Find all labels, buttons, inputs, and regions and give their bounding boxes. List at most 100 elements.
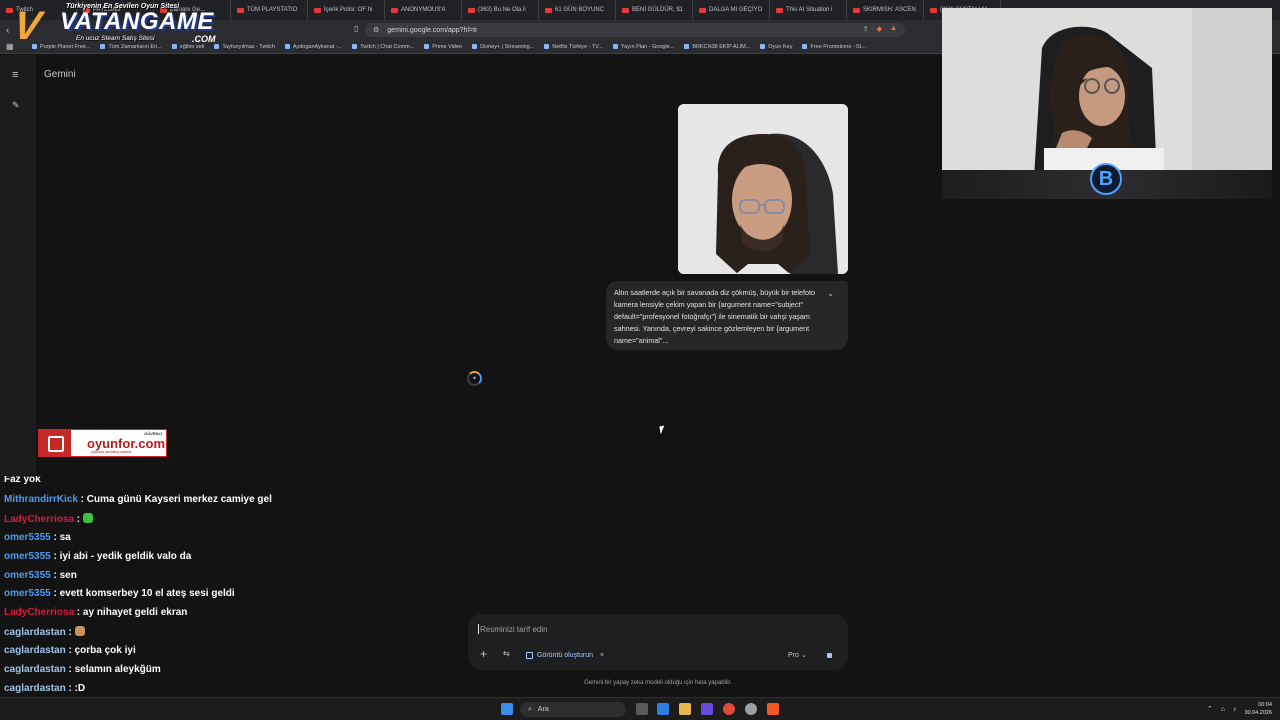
app-icon[interactable] — [745, 703, 757, 715]
bookmark-favicon-icon — [352, 44, 358, 49]
youtube-icon — [314, 7, 321, 13]
youtube-icon — [391, 7, 398, 13]
browser-tab[interactable]: DALGA MI GEÇİYO — [693, 0, 770, 20]
vatangame-tagline-bottom: En ucuz Steam Satış Sitesi — [76, 35, 155, 42]
chat-message: caglardastan : selamın aleykğüm — [4, 664, 444, 683]
streamer-b-logo-icon: B — [1090, 163, 1122, 195]
browser-tab[interactable]: ANONYMOUS'A — [385, 0, 462, 20]
bookmark-label: Netflix Türkiye - TV... — [552, 43, 603, 50]
bookmark-favicon-icon — [684, 44, 690, 49]
chat-message: LadyCherriosa : — [4, 512, 444, 532]
image-icon — [526, 652, 533, 659]
stop-icon — [826, 652, 832, 658]
chat-separator: : — [65, 682, 75, 694]
start-icon[interactable] — [501, 703, 513, 715]
app-title: Gemini — [44, 69, 76, 80]
youtube-icon — [699, 7, 706, 13]
browser-tab[interactable]: This AI Situation i — [770, 0, 847, 20]
discord-icon[interactable] — [701, 703, 713, 715]
chat-message: MithrandirrKick : Cuma günü Kayseri merk… — [4, 494, 444, 513]
close-icon[interactable]: × — [600, 652, 604, 659]
vatangame-v-mark: V — [10, 4, 44, 48]
brave-icon[interactable] — [767, 703, 779, 715]
bookmark-label: AydoganAykanat -... — [292, 43, 343, 50]
bookmark-item[interactable]: Disney+ | Streaming... — [472, 44, 534, 50]
system-tray: ⌃ ⌂ ♪ 00:04 30.04.2026 — [1207, 701, 1272, 717]
chat-message: caglardastan : çorba çok iyi — [4, 645, 444, 664]
task-view-icon[interactable] — [636, 703, 648, 715]
chat-username: caglardastan — [4, 664, 66, 676]
network-icon[interactable]: ⌂ — [1221, 706, 1225, 713]
twitch-icon — [39, 430, 71, 456]
volume-icon[interactable]: ♪ — [1233, 706, 1237, 713]
address-bar[interactable]: ⚙ gemini.google.com/app?hl=tr ⇪ ◆ ▲ — [365, 23, 905, 37]
bookmark-label: Oyun Key — [768, 43, 793, 50]
gemini-spark-icon: ✦ — [472, 376, 478, 382]
expand-chevron-icon[interactable]: ⌄ — [827, 289, 834, 298]
clock[interactable]: 00:04 30.04.2026 — [1244, 701, 1272, 717]
chip-label: Görüntü oluşturun — [537, 652, 594, 659]
chat-username: omer5355 — [4, 569, 51, 581]
share-icon[interactable]: ⇪ — [863, 25, 869, 33]
vatangame-brand: VATANGAME — [60, 8, 214, 35]
bookmark-item[interactable]: BRKCN38 EKİP ALIM... — [684, 44, 750, 50]
site-info-icon[interactable]: ⚙ — [373, 26, 379, 34]
screen: Twitch PAYLOAD Zamanı Ge... TÜM PLAYSTATIO İ… — [0, 0, 1280, 720]
browser-tab[interactable]: BENİ GÜLDÜR, $1 — [616, 0, 693, 20]
browser-tab[interactable]: SKIRMISH: ASCEN — [847, 0, 924, 20]
add-file-button[interactable]: + — [480, 647, 487, 661]
copilot-icon[interactable] — [657, 703, 669, 715]
bookmark-item[interactable]: Oyun Key — [760, 44, 792, 50]
chat-message: caglardastan : — [4, 626, 444, 645]
bookmark-favicon-icon — [472, 44, 478, 49]
uploaded-photo[interactable] — [678, 104, 848, 274]
chat-username: LadyCherriosa — [4, 513, 75, 525]
chat-message: omer5355 : sa — [4, 532, 444, 551]
new-chat-icon[interactable]: ✎ — [12, 100, 20, 111]
chat-separator: : — [65, 664, 75, 676]
address-url: gemini.google.com/app?hl=tr — [387, 26, 478, 34]
youtube-icon — [776, 7, 783, 13]
user-prompt-text: Altın saatlerde açık bir savanada diz çö… — [614, 288, 815, 345]
file-explorer-icon[interactable] — [679, 703, 691, 715]
vatangame-logo: V Türkiyenin En Sevilen Oyun Sitesi VATA… — [10, 2, 244, 48]
youtube-icon — [468, 7, 475, 13]
chat-text: selamın aleykğüm — [74, 664, 161, 676]
youtube-icon — [853, 7, 860, 13]
chat-text: iyi abi - yedik geldik valo da — [59, 550, 192, 562]
taskbar-search[interactable]: ⌕ Ara — [520, 702, 626, 717]
bookmark-icon[interactable]: ▯ — [354, 24, 358, 33]
bookmark-favicon-icon — [284, 44, 290, 49]
shield-icon[interactable]: ◆ — [877, 25, 882, 33]
bookmark-label: Prime Video — [432, 43, 463, 50]
prompt-input[interactable]: Resminizi tarif edin — [478, 624, 548, 634]
menu-icon[interactable]: ≡ — [12, 69, 18, 81]
chat-message: omer5355 : iyi abi - yedik geldik valo d… — [4, 551, 444, 570]
chrome-icon[interactable] — [723, 703, 735, 715]
oyunfor-badge: oyunfor.com oyunun yenilikçi adresi GÜVE… — [38, 429, 167, 457]
stop-button[interactable] — [821, 647, 837, 663]
tab-label: (363) Bu Ne Ola li — [478, 7, 526, 13]
browser-tab[interactable]: 61 GÜN BOYUNC — [539, 0, 616, 20]
bookmark-item[interactable]: Netflix Türkiye - TV... — [544, 44, 603, 50]
browser-tab[interactable]: İçerik Polisi: OF hi — [308, 0, 385, 20]
model-selector[interactable]: Pro ⌄ — [788, 651, 807, 659]
bookmark-item[interactable]: Yayın Plan - Google... — [612, 43, 675, 50]
bookmark-favicon-icon — [544, 44, 550, 49]
image-generation-chip[interactable]: Görüntü oluşturun × — [526, 649, 604, 662]
chat-username: LadyCherriosa — [4, 607, 75, 619]
browser-tab[interactable]: (363) Bu Ne Ola li — [462, 0, 539, 20]
bookmark-label: Yayın Plan - Google... — [620, 43, 675, 50]
tab-label: BENİ GÜLDÜR, $1 — [632, 7, 684, 13]
bookmark-item[interactable]: Free Promotions - St... — [802, 44, 866, 50]
tools-icon[interactable]: ⇆ — [503, 649, 510, 658]
bookmark-label: Twitch | Chat Comm... — [360, 43, 415, 50]
stream-chat-overlay: Faz yok MithrandirrKick : Cuma günü Kays… — [4, 476, 444, 720]
bookmark-item[interactable]: AydoganAykanat -... — [284, 43, 343, 50]
prompt-composer[interactable]: Resminizi tarif edin + ⇆ Görüntü oluştur… — [468, 614, 848, 670]
warning-icon[interactable]: ▲ — [890, 25, 897, 33]
bookmark-item[interactable]: Twitch | Chat Comm... — [352, 44, 414, 50]
chat-separator: : — [74, 513, 83, 525]
bookmark-item[interactable]: Prime Video — [424, 44, 462, 50]
chevron-up-icon[interactable]: ⌃ — [1207, 705, 1213, 713]
